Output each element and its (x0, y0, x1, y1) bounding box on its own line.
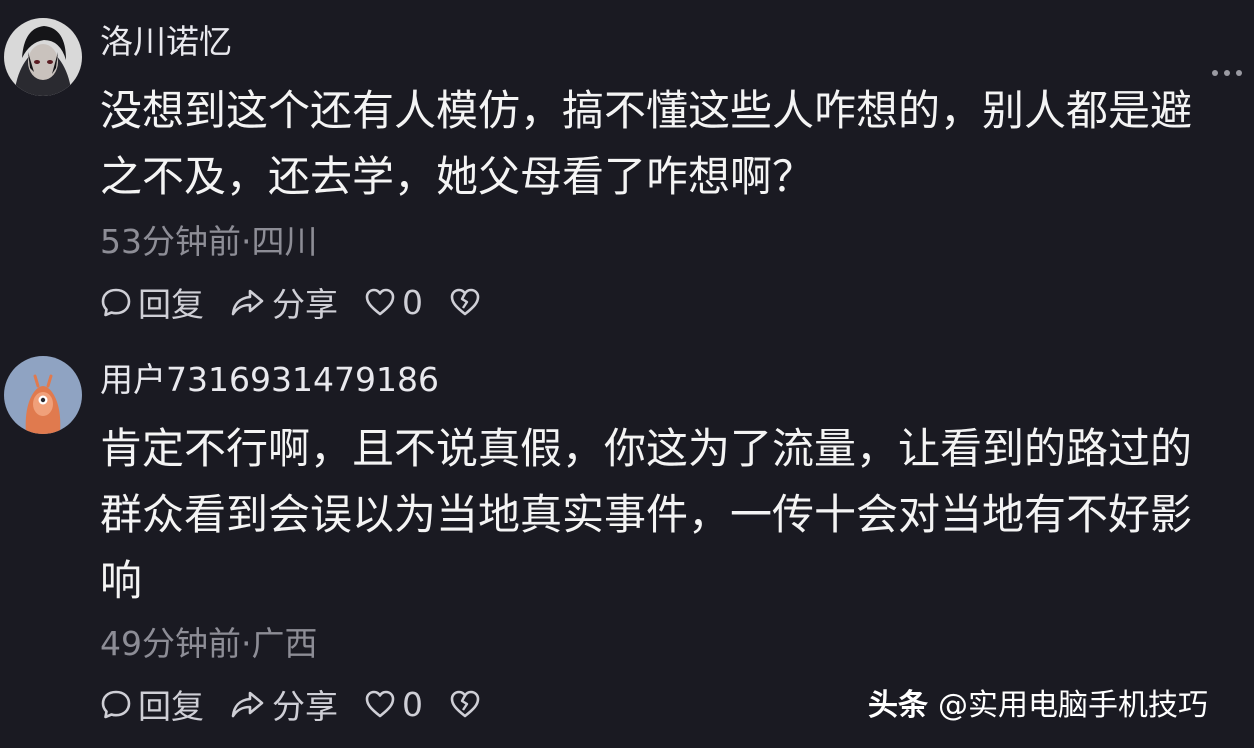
like-button[interactable]: 0 (364, 283, 423, 322)
dislike-button[interactable] (449, 689, 481, 719)
avatar[interactable] (4, 18, 82, 96)
like-count: 0 (402, 684, 423, 724)
like-count: 0 (402, 282, 423, 322)
comment-text-line: 响 (100, 556, 143, 605)
share-label: 分享 (272, 285, 338, 324)
comment-text-line: 肯定不行啊，且不说真假，你这为了流量，让看到的路过的 (100, 424, 1193, 473)
watermark: 头条 @实用电脑手机技巧 (868, 686, 1208, 726)
comment-text-line: 之不及，还去学，她父母看了咋想啊？ (100, 152, 815, 201)
reply-button[interactable]: 回复 (100, 680, 204, 728)
broken-heart-icon (450, 690, 480, 718)
share-arrow-icon (231, 691, 264, 718)
more-dots-icon[interactable] (1210, 68, 1244, 78)
dislike-button[interactable] (449, 287, 481, 317)
comment-actions: 回复 分享 0 (100, 280, 507, 324)
comment-text-line: 没想到这个还有人模仿，搞不懂这些人咋想的，别人都是避 (100, 86, 1193, 135)
reply-label: 回复 (138, 687, 204, 726)
watermark-handle: @实用电脑手机技巧 (938, 688, 1208, 723)
share-label: 分享 (272, 687, 338, 726)
avatar-image (4, 18, 82, 96)
like-button[interactable]: 0 (364, 685, 423, 724)
share-button[interactable]: 分享 (230, 278, 338, 326)
reply-button[interactable]: 回复 (100, 278, 204, 326)
comment-meta: 49分钟前·广西 (100, 624, 318, 663)
avatar-image (4, 356, 82, 434)
heart-icon (365, 288, 395, 316)
comment-list: 洛川诺忆 没想到这个还有人模仿，搞不懂这些人咋想的，别人都是避 之不及，还去学，… (0, 0, 1254, 748)
heart-icon (365, 690, 395, 718)
comment-text: 肯定不行啊，且不说真假，你这为了流量，让看到的路过的 群众看到会误以为当地真实事… (100, 416, 1250, 614)
comment-actions: 回复 分享 0 (100, 682, 507, 726)
comment-text-line: 群众看到会误以为当地真实事件，一传十会对当地有不好影 (100, 490, 1193, 539)
comment-meta: 53分钟前·四川 (100, 222, 318, 261)
comment-bubble-icon (101, 690, 131, 719)
avatar[interactable] (4, 356, 82, 434)
share-arrow-icon (231, 289, 264, 316)
reply-label: 回复 (138, 285, 204, 324)
comment-text: 没想到这个还有人模仿，搞不懂这些人咋想的，别人都是避 之不及，还去学，她父母看了… (100, 78, 1250, 210)
broken-heart-icon (450, 288, 480, 316)
username[interactable]: 用户7316931479186 (100, 358, 439, 402)
comment-bubble-icon (101, 288, 131, 317)
username[interactable]: 洛川诺忆 (100, 20, 232, 64)
share-button[interactable]: 分享 (230, 680, 338, 728)
watermark-brand: 头条 (868, 688, 928, 723)
